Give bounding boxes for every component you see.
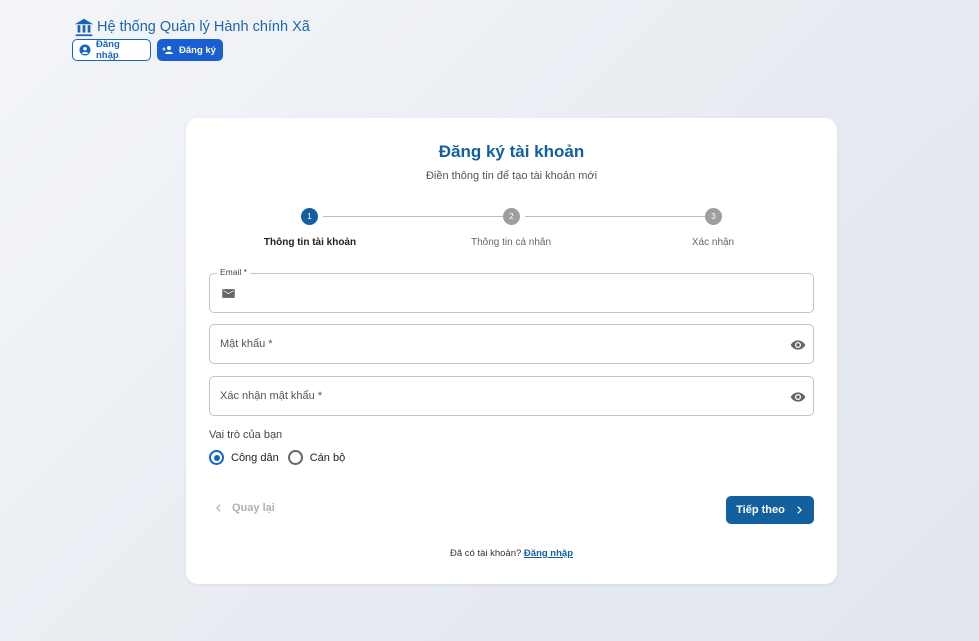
chevron-right-icon — [794, 505, 804, 515]
step-2-label: Thông tin cá nhân — [470, 237, 552, 248]
radio-selected-icon[interactable] — [209, 450, 224, 465]
back-button[interactable]: Quay lại — [214, 502, 275, 514]
confirm-password-field[interactable]: Xác nhận mật khẩu * — [209, 376, 814, 416]
confirm-password-placeholder: Xác nhận mật khẩu * — [220, 390, 323, 402]
next-button-label: Tiếp theo — [736, 504, 785, 516]
step-1-indicator: 1 — [301, 208, 318, 225]
step-2-indicator: 2 — [503, 208, 520, 225]
login-prompt: Đã có tài khoản? Đăng nhập — [186, 548, 837, 559]
eye-icon[interactable] — [790, 389, 806, 405]
password-placeholder: Mật khẩu * — [220, 338, 273, 350]
login-prompt-text: Đã có tài khoản? — [449, 548, 522, 559]
chevron-left-icon — [214, 503, 224, 513]
stepper-connector — [323, 216, 503, 217]
step-1-label: Thông tin tài khoản — [263, 237, 357, 248]
role-option-officer[interactable]: Cán bộ — [287, 450, 346, 465]
register-button[interactable]: Đăng ký — [157, 39, 223, 61]
register-button-label: Đăng ký — [179, 44, 216, 56]
password-field[interactable]: Mật khẩu * — [209, 324, 814, 364]
mail-icon — [221, 286, 236, 301]
step-3-label: Xác nhận — [691, 237, 735, 248]
role-label: Vai trò của bạn — [209, 429, 283, 441]
step-3-indicator: 3 — [705, 208, 722, 225]
back-button-label: Quay lại — [232, 502, 275, 514]
stepper-connector — [525, 216, 705, 217]
role-option-label: Cán bộ — [309, 451, 346, 464]
email-field[interactable]: Email * — [209, 267, 814, 313]
person-add-icon — [162, 44, 174, 56]
email-label: Email * — [217, 267, 250, 277]
eye-icon[interactable] — [790, 337, 806, 353]
login-link[interactable]: Đăng nhập — [524, 548, 573, 559]
app-brand[interactable]: Hệ thống Quản lý Hành chính Xã — [73, 16, 310, 38]
login-button-label: Đăng nhập — [96, 39, 120, 61]
role-option-citizen[interactable]: Công dân — [209, 450, 279, 465]
account-circle-icon — [79, 44, 91, 56]
app-title: Hệ thống Quản lý Hành chính Xã — [97, 19, 310, 35]
page-title: Đăng ký tài khoản — [438, 142, 585, 161]
next-button[interactable]: Tiếp theo — [726, 496, 814, 524]
bank-icon — [73, 16, 95, 38]
role-option-label: Công dân — [231, 451, 279, 464]
role-radio-group: Công dân Cán bộ — [209, 450, 354, 465]
radio-unselected-icon[interactable] — [287, 450, 303, 465]
register-card: Đăng ký tài khoản Điền thông tin để tạo … — [186, 118, 837, 584]
login-button[interactable]: Đăng nhập — [72, 39, 151, 61]
page-subtitle: Điền thông tin để tạo tài khoản mới — [425, 170, 598, 182]
